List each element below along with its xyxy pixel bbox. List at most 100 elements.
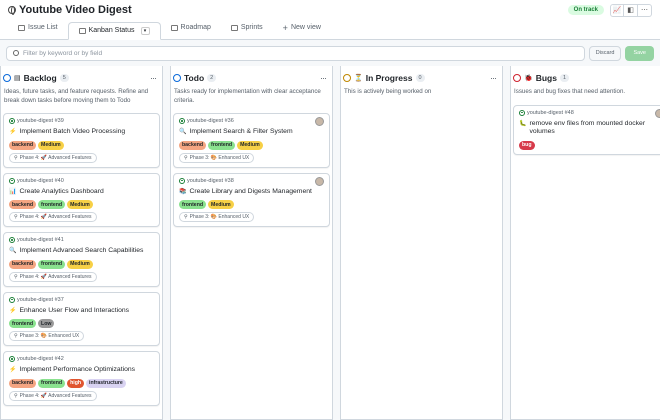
status-badge[interactable]: On track: [567, 5, 604, 15]
tab-kanban-status[interactable]: Kanban Status ▾: [67, 22, 161, 40]
status-circle-icon: [173, 74, 181, 82]
label-frontend[interactable]: frontend: [38, 200, 66, 209]
card-labels: backend frontend Medium: [9, 200, 154, 209]
save-button[interactable]: Save: [625, 45, 654, 61]
column-description: Tasks ready for implementation with clea…: [174, 88, 321, 104]
column-menu-icon[interactable]: ···: [490, 73, 500, 83]
card-title[interactable]: ⚡ Enhance User Flow and Interactions: [9, 307, 154, 316]
phase-badge[interactable]: ⚲ Phase 3: 🎨 Enhanced UX: [179, 152, 255, 163]
column-count: 0: [415, 74, 425, 82]
phase-badge[interactable]: ⚲ Phase 4: 🚀 Advanced Features: [9, 390, 97, 401]
label-frontend[interactable]: frontend: [208, 140, 236, 150]
avatar[interactable]: [655, 108, 660, 118]
card-labels: backend frontend Medium: [9, 259, 154, 269]
open-issue-icon: [179, 177, 185, 184]
search-icon: [13, 50, 19, 56]
card-title[interactable]: ⚡ Implement Batch Video Processing: [9, 128, 154, 137]
card-repo: youtube-digest #39: [9, 118, 154, 124]
milestone-icon: ⚲: [184, 214, 188, 220]
tab-sprints[interactable]: Sprints: [221, 21, 273, 39]
column-header: 🐞 Bugs 1 ···: [513, 72, 660, 84]
label-high[interactable]: high: [67, 378, 85, 388]
column-emoji-icon: ▤: [14, 75, 21, 82]
milestone-icon: ⚲: [14, 273, 18, 280]
issue-card[interactable]: youtube-digest #40 📊 Create Analytics Da…: [3, 172, 160, 227]
card-title[interactable]: 📚 Create Library and Digests Management: [179, 188, 324, 197]
avatar[interactable]: [315, 117, 324, 126]
phase-badge[interactable]: ⚲ Phase 4: 🚀 Advanced Features: [9, 212, 97, 222]
column-menu-icon[interactable]: ···: [320, 73, 330, 83]
label-medium[interactable]: Medium: [67, 200, 93, 209]
tab-issue-list[interactable]: Issue List: [8, 21, 68, 39]
phase-badge[interactable]: ⚲ Phase 3: 🎨 Enhanced UX: [179, 212, 255, 222]
column-name: Bugs: [535, 73, 557, 83]
new-view-button[interactable]: + New view: [273, 21, 331, 39]
card-emoji-icon: 🔍: [179, 129, 187, 135]
card-title[interactable]: 🐛 remove env files from mounted docker v…: [519, 120, 660, 137]
open-issue-icon: [9, 356, 15, 362]
label-medium[interactable]: Medium: [237, 140, 263, 150]
tab-roadmap[interactable]: Roadmap: [161, 21, 221, 39]
label-frontend[interactable]: frontend: [179, 200, 207, 209]
discard-button[interactable]: Discard: [588, 45, 622, 61]
label-frontend[interactable]: frontend: [9, 319, 37, 328]
card-title[interactable]: ⚡ Implement Performance Optimizations: [9, 366, 154, 375]
phase-badge[interactable]: ⚲ Phase 3: 🎨 Enhanced UX: [9, 331, 85, 341]
label-medium[interactable]: Medium: [208, 200, 234, 209]
label-medium[interactable]: Medium: [38, 140, 64, 150]
column-name: Backlog: [23, 73, 57, 83]
column-menu-icon[interactable]: ···: [150, 73, 160, 83]
card-labels: frontend Medium: [179, 200, 324, 209]
insights-chart-icon[interactable]: 📈: [610, 3, 624, 17]
card-repo: youtube-digest #38: [179, 177, 324, 184]
header-actions: On track 📈 ◧ ⋯: [567, 3, 652, 17]
milestone-icon: ⚲: [14, 154, 18, 161]
open-issue-icon: [9, 118, 15, 124]
card-repo: youtube-digest #48: [519, 109, 660, 116]
open-issue-icon: [9, 296, 15, 303]
label-backend[interactable]: backend: [9, 378, 37, 388]
more-options-icon[interactable]: ⋯: [638, 3, 652, 17]
issue-card[interactable]: youtube-digest #37 ⚡ Enhance User Flow a…: [3, 291, 160, 346]
label-low[interactable]: Low: [38, 319, 55, 328]
label-backend[interactable]: backend: [9, 259, 37, 269]
phase-badge[interactable]: ⚲ Phase 4: 🚀 Advanced Features: [9, 271, 97, 282]
column-count: 1: [559, 74, 570, 82]
column-description: This is actively being worked on: [344, 88, 432, 95]
label-medium[interactable]: Medium: [67, 259, 93, 269]
label-backend[interactable]: backend: [179, 140, 207, 150]
label-frontend[interactable]: frontend: [38, 378, 66, 388]
issue-card[interactable]: youtube-digest #38 📚 Create Library and …: [173, 172, 330, 227]
card-title[interactable]: 🔍 Implement Advanced Search Capabilities: [9, 247, 154, 256]
card-title[interactable]: 🔍 Implement Search & Filter System: [179, 128, 324, 137]
label-frontend[interactable]: frontend: [38, 259, 66, 269]
issue-card[interactable]: youtube-digest #39 ⚡ Implement Batch Vid…: [3, 113, 160, 168]
card-title[interactable]: 📊 Create Analytics Dashboard: [9, 188, 154, 197]
column-description: Issues and bug fixes that need attention…: [514, 88, 626, 95]
board-icon: [78, 27, 86, 34]
milestone-icon: ⚲: [184, 154, 188, 161]
label-bug[interactable]: bug: [519, 140, 535, 150]
column-emoji-icon: 🐞: [524, 75, 533, 82]
card-repo: youtube-digest #37: [9, 296, 154, 303]
label-infrastructure[interactable]: infrastructure: [86, 378, 126, 388]
avatar[interactable]: [315, 176, 324, 186]
milestone-icon: ⚲: [14, 214, 18, 220]
chevron-down-icon[interactable]: ▾: [140, 26, 150, 35]
card-repo: youtube-digest #42: [9, 356, 154, 362]
column-count: 2: [207, 74, 217, 82]
card-emoji-icon: ⚡: [9, 129, 17, 135]
filter-input[interactable]: Filter by keyword or by field: [6, 45, 585, 61]
phase-badge[interactable]: ⚲ Phase 4: 🚀 Advanced Features: [9, 152, 97, 163]
issue-card[interactable]: youtube-digest #36 🔍 Implement Search & …: [173, 113, 330, 168]
label-backend[interactable]: backend: [9, 140, 37, 150]
label-backend[interactable]: backend: [9, 200, 37, 209]
issue-card[interactable]: youtube-digest #48 🐛 remove env files fr…: [513, 104, 660, 155]
filter-bar: Filter by keyword or by field Discard Sa…: [0, 40, 660, 66]
side-panel-icon[interactable]: ◧: [624, 3, 638, 17]
issue-card[interactable]: youtube-digest #41 🔍 Implement Advanced …: [3, 232, 160, 287]
globe-icon: [8, 6, 16, 15]
card-labels: backend frontend high infrastructure: [9, 378, 154, 388]
issue-card[interactable]: youtube-digest #42 ⚡ Implement Performan…: [3, 351, 160, 406]
milestone-icon: ⚲: [14, 333, 18, 339]
